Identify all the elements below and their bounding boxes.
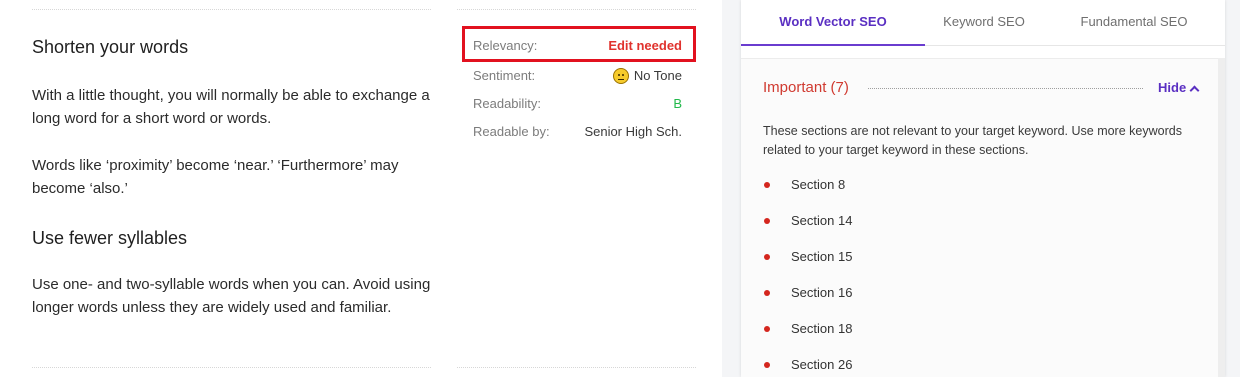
section-link[interactable]: Section 8 — [791, 177, 845, 192]
hide-label: Hide — [1158, 80, 1187, 95]
section-list: Section 8 Section 14 Section 15 Section … — [763, 175, 1063, 377]
section-heading[interactable]: Shorten your words — [32, 34, 188, 60]
bullet-dot-icon — [764, 218, 770, 224]
paragraph[interactable]: With a little thought, you will normally… — [32, 84, 432, 130]
important-description: These sections are not relevant to your … — [763, 124, 1182, 157]
relevancy-value: Edit needed — [608, 38, 682, 53]
divider — [32, 9, 431, 10]
important-title: Important (7) — [763, 79, 849, 96]
list-item[interactable]: Section 16 — [763, 283, 1063, 319]
bullet-dot-icon — [764, 326, 770, 332]
readability-label: Readability: — [473, 96, 541, 111]
bullet-dot-icon — [764, 254, 770, 260]
list-item[interactable]: Section 8 — [763, 175, 1063, 211]
section-link[interactable]: Section 26 — [791, 357, 852, 372]
readable-by-value: Senior High Sch. — [584, 124, 682, 139]
bullet-dot-icon — [764, 290, 770, 296]
sentiment-value-wrap: No Tone — [612, 62, 682, 90]
tab-word-vector-seo[interactable]: Word Vector SEO — [741, 0, 925, 46]
neutral-face-icon — [612, 68, 629, 84]
section-link[interactable]: Section 18 — [791, 321, 852, 336]
readability-grade: B — [673, 96, 682, 111]
relevancy-label: Relevancy: — [473, 38, 538, 53]
sentiment-label: Sentiment: — [473, 68, 536, 83]
section-heading[interactable]: Use fewer syllables — [32, 225, 187, 251]
divider — [457, 9, 696, 10]
list-item[interactable]: Section 26 — [763, 355, 1063, 377]
editor-content: Shorten your words With a little thought… — [0, 0, 722, 377]
readable-by-label: Readable by: — [473, 124, 550, 139]
relevancy-row: Relevancy: Edit needed — [462, 26, 696, 62]
scrollbar[interactable] — [1218, 58, 1225, 377]
tab-fundamental-seo[interactable]: Fundamental SEO — [1043, 0, 1225, 46]
bullet-dot-icon — [764, 182, 770, 188]
chevron-up-icon — [1189, 85, 1200, 95]
section-metrics: Relevancy: Edit needed Sentiment: No Ton… — [462, 26, 696, 146]
section-link[interactable]: Section 15 — [791, 249, 852, 264]
list-item[interactable]: Section 18 — [763, 319, 1063, 355]
readability-row: Readability: B — [463, 90, 695, 118]
seo-panel: Word Vector SEO Keyword SEO Fundamental … — [741, 0, 1225, 377]
divider — [457, 367, 696, 368]
readable-by-row: Readable by: Senior High Sch. — [463, 118, 695, 146]
sentiment-row: Sentiment: No Tone — [463, 62, 695, 90]
sentiment-value: No Tone — [633, 68, 682, 83]
section-link[interactable]: Section 14 — [791, 213, 852, 228]
seo-tabs: Word Vector SEO Keyword SEO Fundamental … — [741, 0, 1225, 46]
list-item[interactable]: Section 14 — [763, 211, 1063, 247]
dotted-divider — [868, 88, 1143, 89]
important-header: Important (7) Hide — [763, 78, 1203, 98]
section-link[interactable]: Section 16 — [791, 285, 852, 300]
paragraph[interactable]: Words like ‘proximity’ become ‘near.’ ‘F… — [32, 154, 432, 200]
tab-keyword-seo[interactable]: Keyword SEO — [925, 0, 1043, 46]
paragraph[interactable]: Use one- and two-syllable words when you… — [32, 273, 432, 319]
hide-button[interactable]: Hide — [1158, 78, 1200, 98]
bullet-dot-icon — [764, 362, 770, 368]
divider — [32, 367, 431, 368]
list-item[interactable]: Section 15 — [763, 247, 1063, 283]
